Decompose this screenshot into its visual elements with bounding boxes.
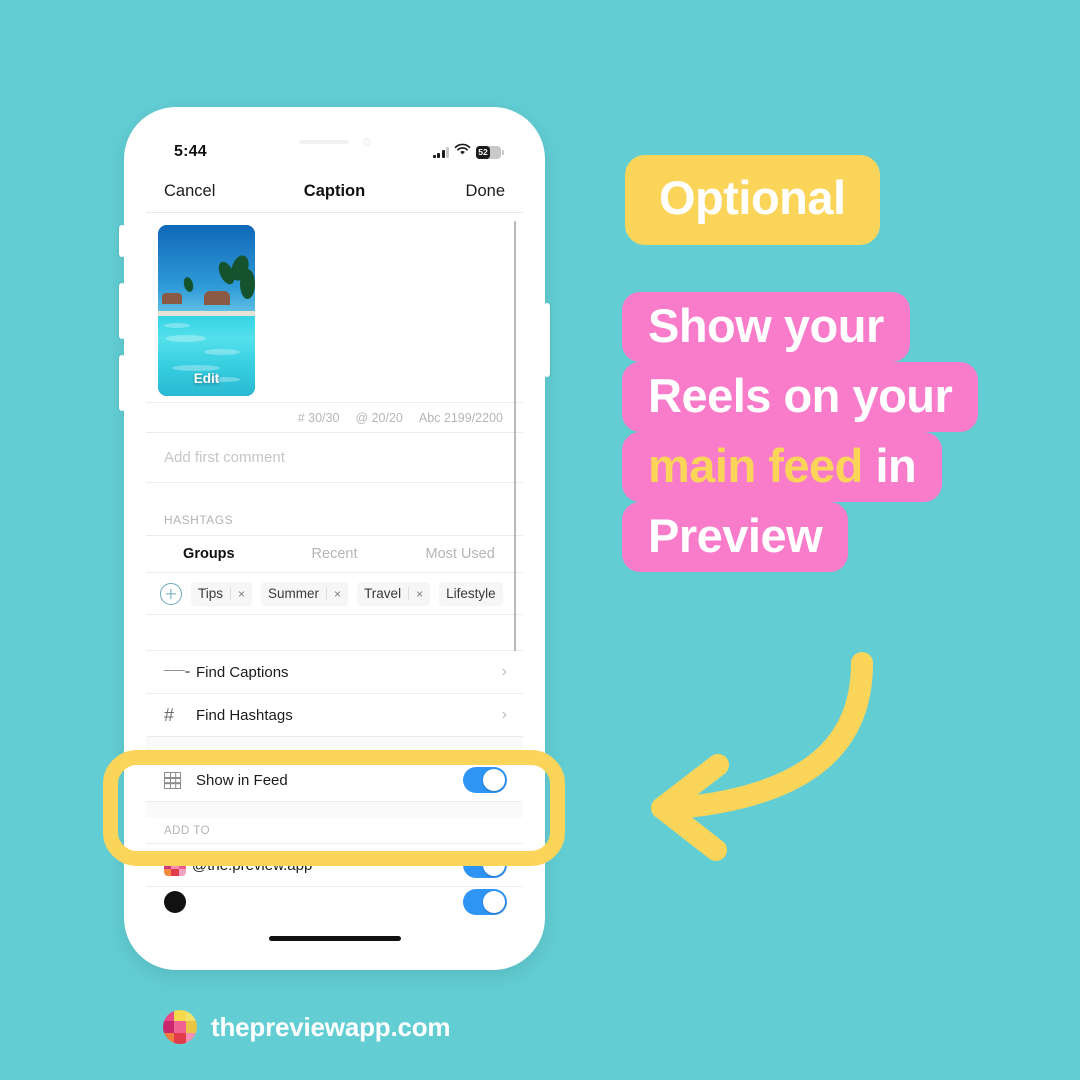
- earpiece-speaker-icon: [298, 140, 349, 144]
- character-counter: Abc 2199/2200: [418, 410, 503, 425]
- caption-editor-area[interactable]: Edit: [146, 213, 523, 701]
- close-icon[interactable]: ×: [416, 587, 423, 601]
- account-toggle[interactable]: [463, 852, 507, 878]
- row-label: Show in Feed: [196, 771, 288, 789]
- phone-frame: 5:44 52 Cancel Caption Done Edit # 30/30…: [119, 107, 550, 970]
- callout-line-3: main feed in: [622, 431, 943, 502]
- phone-power-button[interactable]: [544, 303, 550, 377]
- show-in-feed-toggle[interactable]: [463, 767, 507, 793]
- home-indicator[interactable]: [268, 936, 401, 941]
- callout-line-2: Reels on your: [622, 361, 979, 432]
- cancel-button[interactable]: Cancel: [164, 182, 215, 201]
- hashtag-chip[interactable]: Travel ×: [357, 581, 431, 606]
- scrollbar[interactable]: [513, 221, 516, 701]
- first-comment-field[interactable]: Add first comment: [146, 433, 523, 483]
- hashtags-section-label: HASHTAGS: [146, 483, 523, 535]
- toggle-knob: [483, 769, 505, 791]
- row-label: Find Captions: [196, 663, 289, 681]
- row-find-captions[interactable]: Find Captions ›: [146, 651, 523, 694]
- footer: thepreviewapp.com: [163, 1010, 451, 1044]
- callout-line-1: Show your: [622, 292, 910, 362]
- chevron-right-icon: ›: [501, 706, 507, 723]
- plus-circle-icon[interactable]: [160, 582, 182, 605]
- optional-badge: Optional: [625, 155, 880, 245]
- thumbnail-hut: [204, 291, 230, 305]
- hashtag-chip[interactable]: Summer ×: [261, 581, 349, 606]
- phone-volume-down-button[interactable]: [119, 355, 125, 411]
- phone-screen: 5:44 52 Cancel Caption Done Edit # 30/30…: [146, 127, 523, 950]
- grid-icon: [164, 771, 190, 789]
- phone-volume-up-button[interactable]: [119, 283, 125, 339]
- close-icon[interactable]: ×: [334, 587, 341, 601]
- chip-label: Lifestyle: [446, 586, 496, 601]
- preview-app-icon: [164, 854, 186, 876]
- status-indicators: 52: [432, 143, 504, 161]
- mention-counter: @ 20/20: [355, 410, 403, 425]
- add-to-section-label: ADD TO: [146, 818, 523, 844]
- tab-most-used[interactable]: Most Used: [397, 546, 523, 562]
- section-gap: [146, 737, 523, 759]
- status-time: 5:44: [174, 143, 207, 160]
- account-handle: @the.preview.app: [192, 856, 313, 874]
- row-account[interactable]: @the.preview.app: [146, 844, 523, 887]
- hashtag-chip[interactable]: Lifestyle: [439, 581, 503, 606]
- hashtag-chip[interactable]: Tips ×: [191, 581, 253, 606]
- curved-arrow-left-icon: [600, 645, 880, 875]
- done-button[interactable]: Done: [466, 182, 505, 201]
- hashtag-tabs: Groups Recent Most Used: [146, 535, 523, 573]
- toggle-knob: [483, 891, 505, 913]
- row-show-in-feed[interactable]: Show in Feed: [146, 759, 523, 802]
- battery-icon: 52: [476, 145, 504, 159]
- wifi-icon: [454, 143, 471, 161]
- thumbnail-palm: [240, 269, 255, 299]
- account-toggle[interactable]: [463, 889, 507, 915]
- chip-label: Summer: [268, 586, 320, 601]
- post-thumbnail[interactable]: Edit: [158, 225, 255, 396]
- chip-divider: [408, 587, 410, 600]
- chip-divider: [230, 587, 232, 600]
- page-title: Caption: [303, 182, 366, 200]
- hashtag-counter: # 30/30: [297, 410, 340, 425]
- front-camera-icon: [362, 138, 371, 146]
- chips-empty-area: [146, 615, 523, 651]
- cellular-signal-icon: [432, 146, 449, 158]
- row-account-partial[interactable]: [146, 887, 523, 917]
- row-find-hashtags[interactable]: # Find Hashtags ›: [146, 694, 523, 737]
- chip-label: Tips: [198, 586, 224, 601]
- website-label: thepreviewapp.com: [211, 1011, 451, 1042]
- hashtag-icon: #: [164, 705, 175, 725]
- section-gap: [146, 802, 523, 818]
- nav-bar: Cancel Caption Done: [146, 171, 523, 213]
- thumbnail-hut: [162, 293, 182, 304]
- preview-app-logo-icon: [163, 1010, 197, 1044]
- tab-recent[interactable]: Recent: [272, 546, 398, 562]
- tab-groups[interactable]: Groups: [146, 546, 272, 562]
- phone-notch: [248, 127, 421, 157]
- poster-canvas: 5:44 52 Cancel Caption Done Edit # 30/30…: [0, 0, 1080, 1080]
- chip-label: Travel: [364, 586, 402, 601]
- first-comment-placeholder: Add first comment: [164, 449, 285, 466]
- avatar: [164, 891, 186, 913]
- toggle-knob: [483, 854, 505, 876]
- chip-divider: [326, 587, 328, 600]
- caption-counters: # 30/30 @ 20/20 Abc 2199/2200: [146, 403, 523, 433]
- callout-line-4: Preview: [622, 501, 849, 572]
- hashtag-group-chips: Tips × Summer × Travel × Lifestyle: [146, 573, 523, 615]
- pink-callout: Show your Reels on your main feed in Pre…: [622, 292, 979, 572]
- close-icon[interactable]: ×: [238, 587, 245, 601]
- text-lines-icon: [164, 669, 190, 675]
- edit-thumbnail-button[interactable]: Edit: [158, 371, 255, 386]
- battery-percent-label: 52: [478, 146, 488, 157]
- row-label: Find Hashtags: [196, 706, 293, 724]
- chevron-right-icon: ›: [501, 663, 507, 680]
- phone-mute-switch[interactable]: [119, 225, 125, 257]
